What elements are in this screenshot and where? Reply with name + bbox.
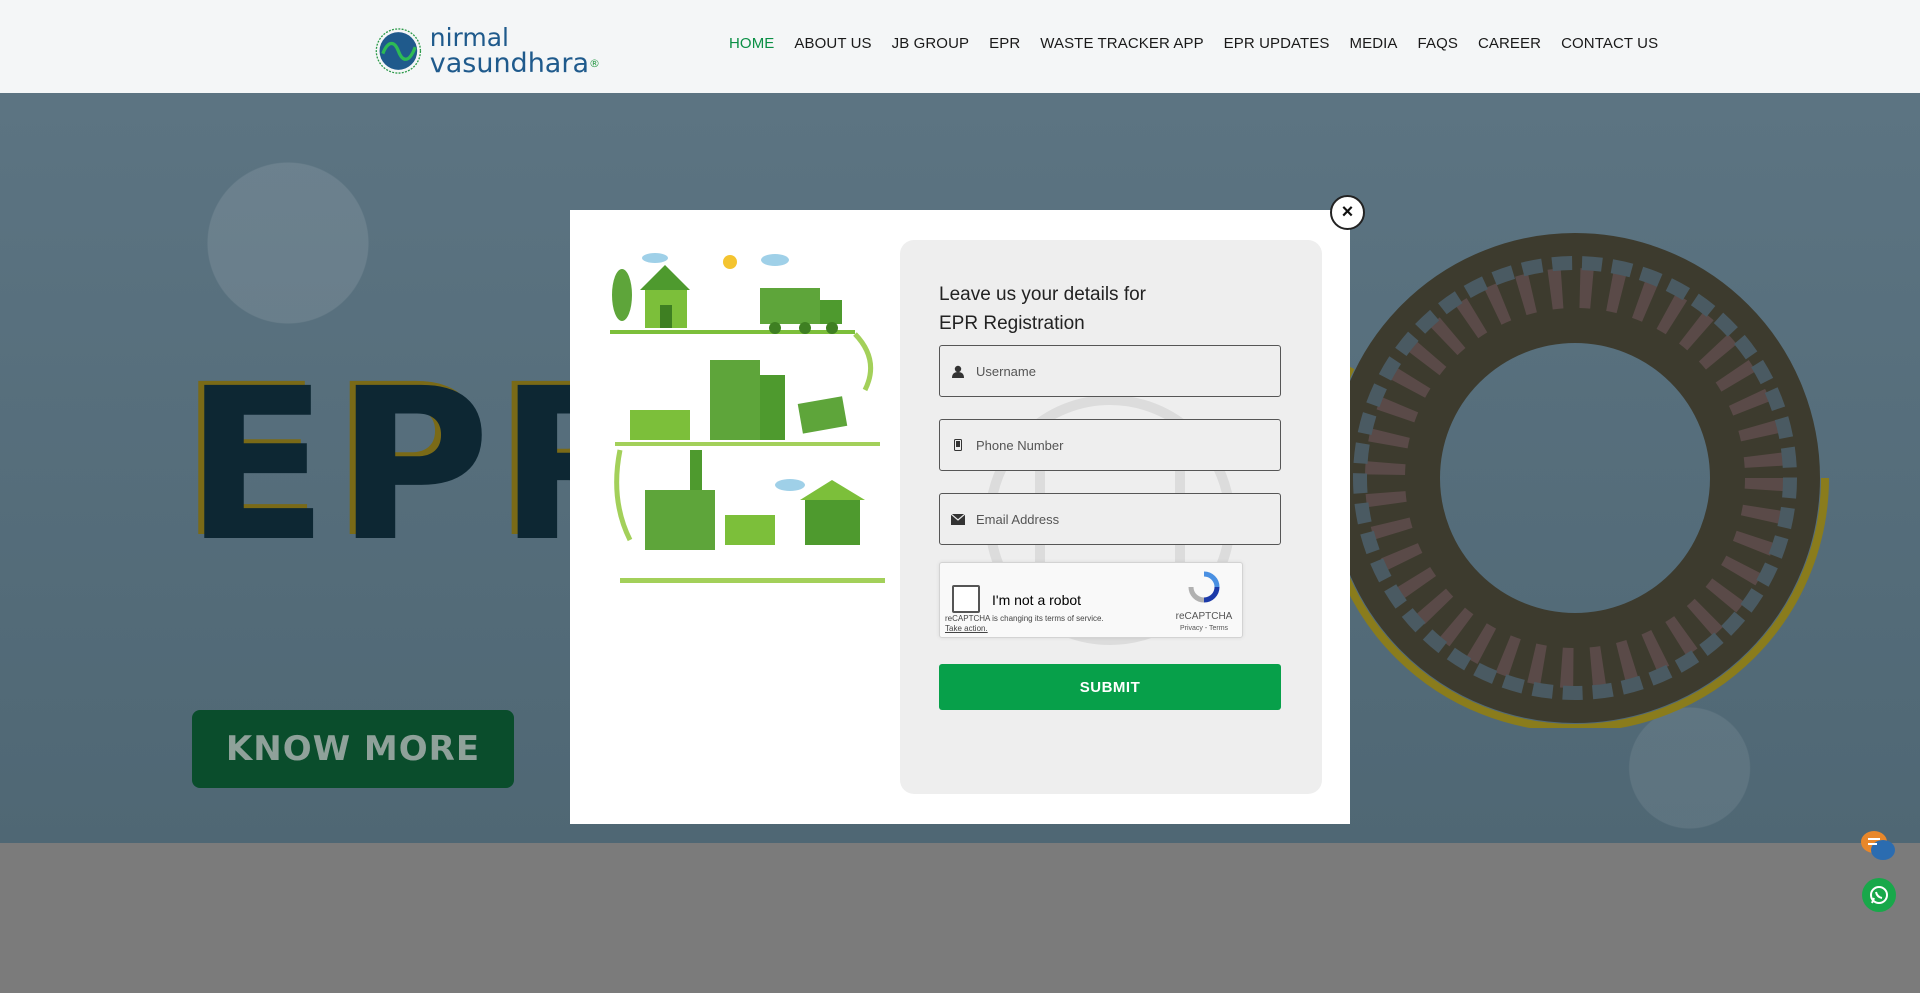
recycle-ring-image bbox=[1345, 224, 1829, 728]
recaptcha-take-action-link[interactable]: Take action. bbox=[945, 624, 988, 633]
site-logo[interactable]: nirmal vasundhara® bbox=[375, 15, 600, 87]
recaptcha-notice: reCAPTCHA is changing its terms of servi… bbox=[945, 614, 1104, 623]
nav-epr-updates[interactable]: EPR UPDATES bbox=[1224, 35, 1330, 52]
username-input[interactable] bbox=[976, 363, 1266, 379]
phone-field[interactable] bbox=[939, 419, 1281, 471]
nav-media[interactable]: MEDIA bbox=[1350, 35, 1398, 52]
email-field[interactable] bbox=[939, 493, 1281, 545]
envelope-icon bbox=[940, 513, 976, 525]
phone-input[interactable] bbox=[976, 437, 1266, 453]
main-nav: HOME ABOUT US JB GROUP EPR WASTE TRACKER… bbox=[729, 35, 1678, 52]
know-more-button[interactable]: KNOW MORE bbox=[192, 710, 514, 788]
recaptcha-widget: I'm not a robot reCAPTCHA is changing it… bbox=[939, 562, 1243, 638]
logo-registered: ® bbox=[589, 57, 600, 70]
nav-jb-group[interactable]: JB GROUP bbox=[892, 35, 969, 52]
nav-faqs[interactable]: FAQS bbox=[1418, 35, 1458, 52]
user-icon bbox=[940, 365, 976, 378]
mobile-icon bbox=[940, 439, 976, 451]
page-lower-section bbox=[0, 843, 1920, 993]
nav-waste-tracker-app[interactable]: WASTE TRACKER APP bbox=[1040, 35, 1203, 52]
logo-word-2: vasundhara bbox=[429, 48, 589, 79]
submit-button[interactable]: SUBMIT bbox=[939, 664, 1281, 710]
nav-career[interactable]: CAREER bbox=[1478, 35, 1541, 52]
nav-contact-us[interactable]: CONTACT US bbox=[1561, 35, 1658, 52]
nav-epr[interactable]: EPR bbox=[989, 35, 1020, 52]
recycling-process-illustration bbox=[610, 253, 885, 583]
recaptcha-label: I'm not a robot bbox=[992, 592, 1082, 608]
nav-home[interactable]: HOME bbox=[729, 35, 774, 52]
close-modal-button[interactable]: × bbox=[1330, 195, 1365, 230]
recaptcha-brand: reCAPTCHA bbox=[1175, 611, 1233, 622]
form-title: Leave us your details for EPR Registrati… bbox=[939, 280, 1239, 338]
form-title-line-1: Leave us your details for bbox=[939, 284, 1147, 305]
close-icon: × bbox=[1341, 201, 1354, 223]
whatsapp-icon bbox=[1870, 886, 1888, 904]
form-title-line-2: EPR Registration bbox=[939, 313, 1085, 334]
registration-form: Leave us your details for EPR Registrati… bbox=[900, 240, 1322, 794]
email-input[interactable] bbox=[976, 511, 1266, 527]
recaptcha-logo-icon bbox=[1188, 571, 1220, 603]
epr-registration-modal: Leave us your details for EPR Registrati… bbox=[570, 210, 1350, 824]
nav-about-us[interactable]: ABOUT US bbox=[794, 35, 871, 52]
recaptcha-checkbox[interactable] bbox=[952, 585, 980, 613]
site-header: nirmal vasundhara® HOME ABOUT US JB GROU… bbox=[0, 0, 1920, 93]
recaptcha-privacy-terms[interactable]: Privacy - Terms bbox=[1172, 625, 1236, 632]
username-field[interactable] bbox=[939, 345, 1281, 397]
chat-icon[interactable] bbox=[1860, 828, 1896, 864]
whatsapp-button[interactable] bbox=[1862, 878, 1896, 912]
logo-globe-icon bbox=[375, 28, 422, 74]
